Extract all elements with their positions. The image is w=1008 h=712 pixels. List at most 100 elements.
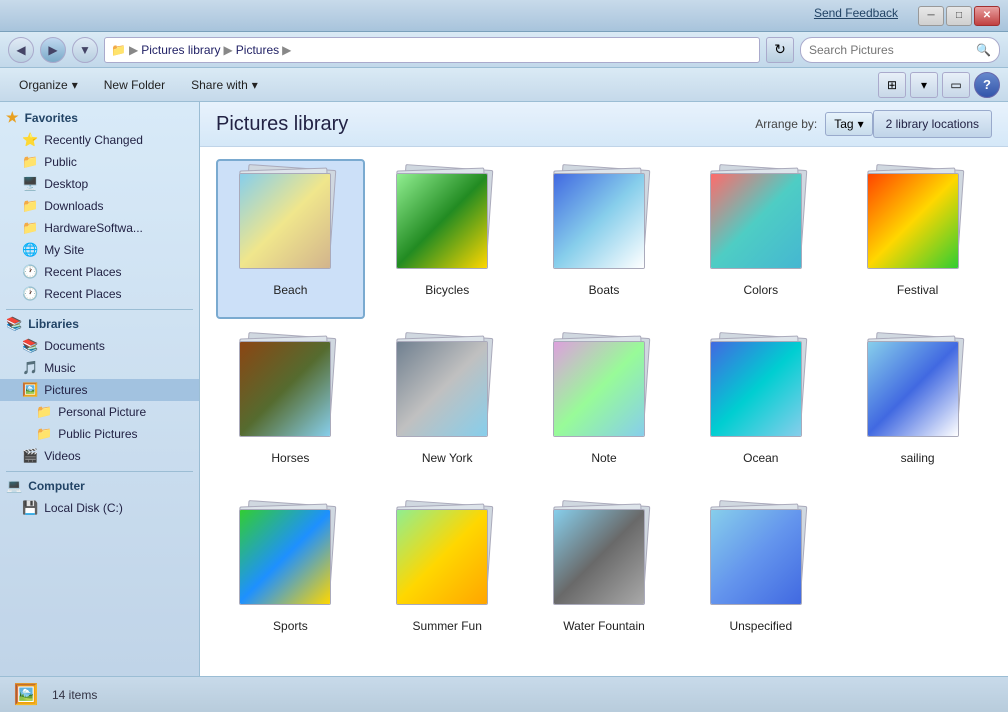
photo-thumbnail [397,342,487,436]
photo-front [710,341,802,437]
sidebar-item-public-pictures[interactable]: 📁 Public Pictures [0,423,199,445]
photo-stack [706,167,816,277]
photo-stack [392,335,502,445]
computer-header[interactable]: 💻 Computer [0,475,199,497]
breadcrumb[interactable]: 📁 ▶ Pictures library ▶ Pictures ▶ [104,37,760,63]
folder-label: Festival [897,283,938,297]
close-button[interactable]: ✕ [974,6,1000,26]
main-area: ★ Favorites ⭐ Recently Changed 📁 Public … [0,102,1008,676]
photo-front [553,173,645,269]
preview-icon: ▭ [950,78,961,92]
sidebar-item-public[interactable]: 📁 Public [0,151,199,173]
forward-button[interactable]: ▶ [40,37,66,63]
back-button[interactable]: ◀ [8,37,34,63]
favorites-header[interactable]: ★ Favorites [0,106,199,129]
photo-front [239,509,331,605]
organize-label: Organize [19,78,68,92]
folder-item-unspecified[interactable]: Unspecified [686,495,835,655]
hardware-icon: 📁 [22,220,38,236]
refresh-button[interactable]: ↻ [766,37,794,63]
folder-item-water-fountain[interactable]: Water Fountain [530,495,679,655]
photo-front [867,341,959,437]
libraries-section: 📚 Libraries 📚 Documents 🎵 Music 🖼️ Pictu… [0,313,199,467]
favorites-label: Favorites [25,111,78,125]
organize-dropdown-icon: ▾ [72,78,78,92]
photo-front [710,509,802,605]
sidebar-item-label: Music [44,361,75,375]
share-with-label: Share with [191,78,248,92]
photo-stack [863,167,973,277]
minimize-button[interactable]: ─ [918,6,944,26]
breadcrumb-pictures[interactable]: Pictures [236,43,279,57]
folder-item-festival[interactable]: Festival [843,159,992,319]
folder-label: Unspecified [729,619,792,633]
photo-thumbnail [868,342,958,436]
photo-thumbnail [240,174,330,268]
folder-item-new-york[interactable]: New York [373,327,522,487]
recent-places-icon-1: 🕐 [22,264,38,280]
photo-front [867,173,959,269]
title-bar: Send Feedback ─ □ ✕ [0,0,1008,32]
sidebar-item-documents[interactable]: 📚 Documents [0,335,199,357]
sidebar-item-pictures[interactable]: 🖼️ Pictures [0,379,199,401]
library-locations-button[interactable]: 2 library locations [873,110,992,138]
breadcrumb-libraries[interactable]: Pictures library [141,43,220,57]
local-disk-icon: 💾 [22,500,38,516]
folder-item-boats[interactable]: Boats [530,159,679,319]
preview-pane-button[interactable]: ▭ [942,72,970,98]
photo-stack [549,335,659,445]
maximize-button[interactable]: □ [946,6,972,26]
sidebar-item-label: Public Pictures [58,427,137,441]
sidebar: ★ Favorites ⭐ Recently Changed 📁 Public … [0,102,200,676]
share-with-button[interactable]: Share with ▾ [180,72,269,98]
photo-thumbnail [554,342,644,436]
documents-icon: 📚 [22,338,38,354]
search-icon: 🔍 [976,43,991,57]
organize-button[interactable]: Organize ▾ [8,72,89,98]
folder-item-summer-fun[interactable]: Summer Fun [373,495,522,655]
sidebar-item-label: Personal Picture [58,405,146,419]
folder-label: Water Fountain [563,619,645,633]
dropdown-button[interactable]: ▼ [72,37,98,63]
sidebar-item-local-disk[interactable]: 💾 Local Disk (C:) [0,497,199,519]
sidebar-item-recent-places-2[interactable]: 🕐 Recent Places [0,283,199,305]
new-folder-button[interactable]: New Folder [93,72,176,98]
photo-thumbnail [397,174,487,268]
sidebar-item-recent-places-1[interactable]: 🕐 Recent Places [0,261,199,283]
folder-item-note[interactable]: Note [530,327,679,487]
sidebar-item-videos[interactable]: 🎬 Videos [0,445,199,467]
sidebar-item-recently-changed[interactable]: ⭐ Recently Changed [0,129,199,151]
sidebar-item-mysite[interactable]: 🌐 My Site [0,239,199,261]
folder-item-beach[interactable]: Beach [216,159,365,319]
folder-item-sports[interactable]: Sports [216,495,365,655]
photo-stack [706,335,816,445]
status-bar: 🖼️ 14 items [0,676,1008,712]
send-feedback-link[interactable]: Send Feedback [814,6,898,20]
folder-label: Summer Fun [413,619,482,633]
view-toggle-button[interactable]: ▾ [910,72,938,98]
sidebar-item-label: HardwareSoftwa... [44,221,143,235]
mysite-icon: 🌐 [22,242,38,258]
help-button[interactable]: ? [974,72,1000,98]
folder-label: Ocean [743,451,778,465]
folder-item-ocean[interactable]: Ocean [686,327,835,487]
sidebar-item-personal-pictures[interactable]: 📁 Personal Picture [0,401,199,423]
status-count: 14 items [52,688,97,702]
folder-item-bicycles[interactable]: Bicycles [373,159,522,319]
sidebar-item-downloads[interactable]: 📁 Downloads [0,195,199,217]
sidebar-item-music[interactable]: 🎵 Music [0,357,199,379]
libraries-header[interactable]: 📚 Libraries [0,313,199,335]
sidebar-item-label: Pictures [44,383,87,397]
folder-item-sailing[interactable]: sailing [843,327,992,487]
sidebar-item-desktop[interactable]: 🖥️ Desktop [0,173,199,195]
sidebar-item-label: Recent Places [44,287,121,301]
sidebar-item-label: Local Disk (C:) [44,501,123,515]
tag-arrange-button[interactable]: Tag ▾ [825,112,872,136]
sidebar-item-label: My Site [44,243,84,257]
folder-item-horses[interactable]: Horses [216,327,365,487]
view-options-button[interactable]: ⊞ [878,72,906,98]
folder-item-colors[interactable]: Colors [686,159,835,319]
sidebar-item-hardwaresoftware[interactable]: 📁 HardwareSoftwa... [0,217,199,239]
photo-thumbnail [868,174,958,268]
search-input[interactable] [809,43,972,57]
